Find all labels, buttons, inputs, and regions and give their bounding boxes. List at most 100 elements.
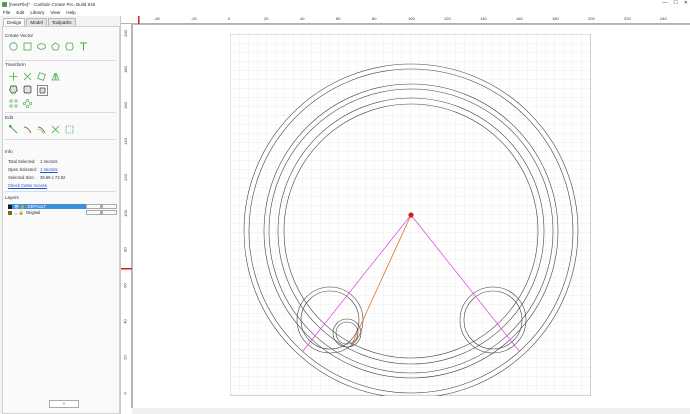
ruler-left-label: 100 bbox=[122, 210, 128, 217]
align-tool-icon[interactable] bbox=[37, 85, 48, 96]
ruler-top: -40 -20 0 20 40 60 80 100 120 140 160 18… bbox=[121, 16, 690, 25]
layer-color-swatch[interactable] bbox=[8, 204, 12, 209]
section-layers: Layers bbox=[5, 195, 19, 200]
ruler-left: 200 180 160 140 120 100 80 60 40 20 0 bbox=[121, 24, 133, 408]
ruler-top-label: 20 bbox=[264, 16, 269, 21]
close-button[interactable]: ✕ bbox=[684, 0, 688, 6]
circular-array-tool-icon[interactable] bbox=[23, 99, 32, 108]
trim-tool-icon[interactable] bbox=[51, 125, 60, 134]
open-selected-row: Open Selected: 1 Vectors bbox=[8, 167, 57, 172]
horizontal-scrollbar[interactable] bbox=[132, 408, 690, 414]
rectangle-tool-icon[interactable] bbox=[23, 42, 32, 51]
node-edit-tool-icon[interactable] bbox=[9, 125, 18, 134]
ruler-top-label: 40 bbox=[300, 16, 305, 21]
section-info: Info bbox=[5, 149, 13, 154]
vector-node-handle[interactable] bbox=[350, 343, 354, 347]
ruler-top-label: 200 bbox=[588, 16, 595, 21]
check-cutter-access-link[interactable]: Check Cutter Access bbox=[8, 183, 47, 188]
mirror-tool-icon[interactable] bbox=[51, 72, 60, 81]
menu-file[interactable]: File bbox=[0, 10, 13, 15]
tab-model[interactable]: Model bbox=[26, 18, 47, 26]
star-tool-icon[interactable] bbox=[65, 42, 74, 51]
tab-bar: Design Model Toolpaths bbox=[3, 18, 77, 26]
layer-row-original[interactable]: ◡ 🔓 Original ⚙ bbox=[8, 210, 117, 216]
ruler-top-label: 140 bbox=[480, 16, 487, 21]
lock-icon[interactable]: 🔓 bbox=[19, 210, 24, 216]
layer-color-swatch[interactable] bbox=[8, 210, 12, 215]
menu-edit[interactable]: Edit bbox=[13, 10, 27, 15]
ruler-top-label: -40 bbox=[154, 16, 160, 21]
rotate-tool-icon[interactable] bbox=[37, 72, 46, 81]
ruler-top-label: 80 bbox=[372, 16, 377, 21]
title-bar: [NewFile]* - Carbide Create Pro, Build 8… bbox=[0, 0, 690, 9]
open-selected-label: Open Selected: bbox=[8, 167, 37, 172]
ruler-left-label: 60 bbox=[122, 283, 128, 288]
layer-settings-gear-icon[interactable]: ⚙ bbox=[86, 204, 117, 209]
ruler-top-label: 60 bbox=[336, 16, 341, 21]
tab-design[interactable]: Design bbox=[3, 18, 26, 26]
circle-tool-icon[interactable] bbox=[9, 42, 18, 51]
divider bbox=[5, 191, 116, 192]
ruler-left-label: 160 bbox=[122, 102, 128, 109]
selected-size-value: 39.69 x 73.82 bbox=[40, 175, 66, 180]
text-tool-icon[interactable] bbox=[79, 42, 88, 51]
total-selected-label: Total Selected: bbox=[8, 159, 36, 164]
ruler-left-label: 180 bbox=[122, 66, 128, 73]
selected-size-row: Selected Size: 39.69 x 73.82 bbox=[8, 175, 65, 180]
ruler-top-label: 180 bbox=[552, 16, 559, 21]
open-selected-link[interactable]: 1 Vectors bbox=[40, 167, 57, 172]
minimize-button[interactable]: — bbox=[662, 0, 667, 6]
ruler-left-label: 200 bbox=[122, 30, 128, 37]
window-title: [NewFile]* - Carbide Create Pro, Build 8… bbox=[9, 2, 96, 7]
polygon-tool-icon[interactable] bbox=[51, 42, 60, 51]
selected-size-label: Selected Size: bbox=[8, 175, 35, 180]
maximize-button[interactable]: ☐ bbox=[673, 0, 677, 6]
section-create-vector: Create Vector bbox=[5, 33, 34, 38]
total-selected-value: 1 Vectors bbox=[40, 159, 58, 164]
menu-library[interactable]: Library bbox=[27, 10, 47, 15]
total-selected-row: Total Selected: 1 Vectors bbox=[8, 159, 57, 164]
scale-tool-icon[interactable] bbox=[23, 72, 32, 81]
divider bbox=[5, 112, 116, 113]
group-tool-icon[interactable] bbox=[9, 85, 18, 94]
side-panel: Design Model Toolpaths Create Vector Tra… bbox=[0, 16, 121, 414]
selected-node-handle[interactable] bbox=[408, 212, 414, 218]
app-icon bbox=[2, 2, 7, 7]
menu-view[interactable]: View bbox=[47, 10, 63, 15]
ungroup-tool-icon[interactable] bbox=[23, 85, 32, 94]
workpiece-stock[interactable] bbox=[229, 33, 592, 399]
ruler-left-label: 80 bbox=[122, 247, 128, 252]
ruler-left-label: 120 bbox=[122, 174, 128, 181]
boolean-tool-icon[interactable] bbox=[65, 125, 74, 134]
window-controls: — ☐ ✕ bbox=[662, 0, 688, 6]
ruler-left-label: 20 bbox=[122, 355, 128, 360]
ruler-top-label: 100 bbox=[408, 16, 415, 21]
section-edit: Edit bbox=[5, 115, 13, 120]
layer-name: Original bbox=[25, 210, 41, 215]
ruler-top-label: -20 bbox=[191, 16, 197, 21]
menu-bar: File Edit Library View Help bbox=[0, 9, 690, 16]
divider bbox=[5, 60, 116, 61]
array-tool-icon[interactable] bbox=[9, 99, 18, 108]
tab-toolpaths[interactable]: Toolpaths bbox=[47, 18, 76, 26]
ruler-top-label: 240 bbox=[660, 16, 667, 21]
ruler-left-label: 40 bbox=[122, 319, 128, 324]
ruler-left-label: 140 bbox=[122, 138, 128, 145]
join-tool-icon[interactable] bbox=[23, 125, 32, 134]
move-tool-icon[interactable] bbox=[9, 72, 18, 81]
design-panel: Create Vector Transform Edit Info Total … bbox=[2, 26, 120, 414]
ruler-left-label: 0 bbox=[122, 392, 128, 395]
menu-help[interactable]: Help bbox=[63, 10, 78, 15]
ruler-top-label: 120 bbox=[444, 16, 451, 21]
add-layer-button[interactable]: + bbox=[49, 400, 79, 408]
layer-row-default[interactable]: 👁 🔓 DEFAULT ⚙ bbox=[8, 204, 117, 209]
section-transform: Transform bbox=[5, 62, 26, 67]
eye-hidden-icon[interactable]: ◡ bbox=[14, 210, 18, 215]
offset-tool-icon[interactable] bbox=[37, 125, 46, 134]
ruler-top-label: 0 bbox=[228, 16, 231, 21]
ruler-top-label: 220 bbox=[624, 16, 631, 21]
layer-settings-gear-icon[interactable]: ⚙ bbox=[86, 210, 117, 215]
ellipse-tool-icon[interactable] bbox=[37, 42, 46, 51]
ruler-top-label: 160 bbox=[516, 16, 523, 21]
divider bbox=[5, 139, 116, 140]
